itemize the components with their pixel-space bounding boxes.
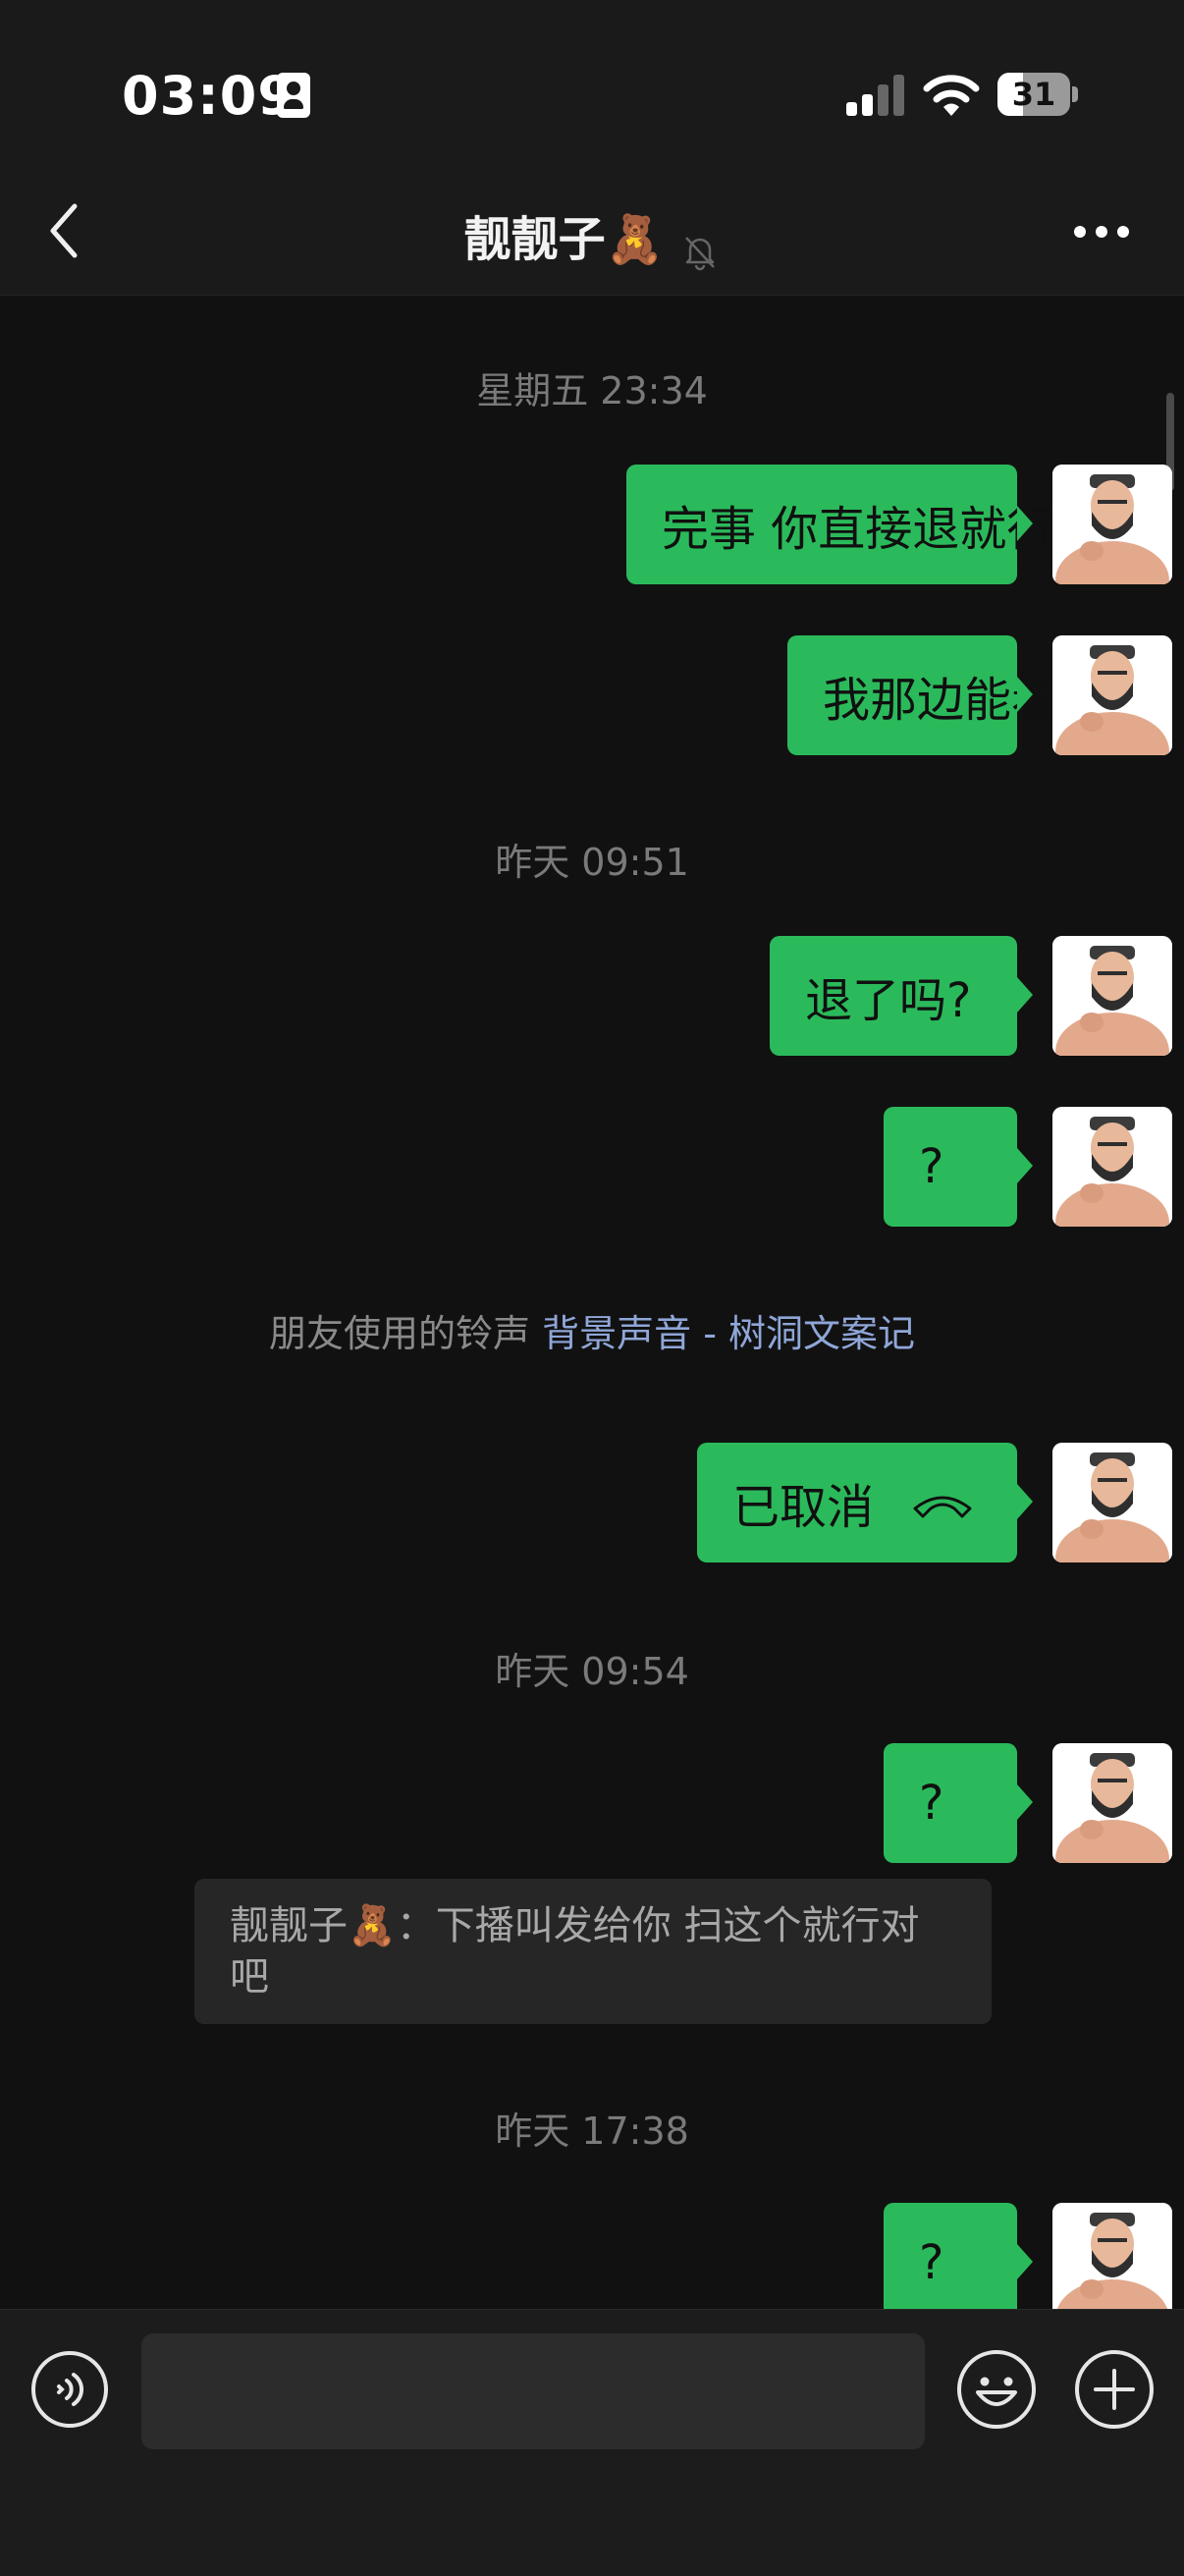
timestamp: 星期五 23:34: [476, 369, 708, 412]
avatar[interactable]: [1052, 1743, 1172, 1863]
avatar[interactable]: [1052, 936, 1172, 1056]
phone-hangup-icon: [913, 1496, 972, 1518]
quoted-message[interactable]: 靓靓子🧸：下播叫发给你 扫这个就行对吧: [194, 1879, 992, 2024]
status-time: 03:09: [122, 65, 296, 127]
timestamp: 昨天 09:54: [495, 1650, 689, 1693]
avatar[interactable]: [1052, 2203, 1172, 2309]
message-row: 退了吗?: [0, 936, 1184, 1056]
emoji-button[interactable]: [954, 2347, 1039, 2432]
chat-message-list[interactable]: 星期五 23:34 完事 你直接退就行了 我那边能看到 昨天 09:51 退了吗…: [0, 296, 1184, 2309]
ringtone-notice: 朋友使用的铃声 背景声音 - 树洞文案记: [0, 1303, 1184, 1357]
chat-title-bar: 靓靓子🧸: [0, 200, 1184, 271]
message-bubble[interactable]: ?: [884, 2203, 1033, 2309]
message-row: ?: [0, 1743, 1184, 1863]
battery-level: 31: [1011, 76, 1056, 113]
message-row: 我那边能看到: [0, 635, 1184, 755]
ringtone-link[interactable]: 背景声音 - 树洞文案记: [542, 1312, 915, 1355]
timestamp: 昨天 17:38: [495, 2110, 689, 2153]
voice-call-bubble[interactable]: 已取消: [697, 1443, 1033, 1562]
message-bubble[interactable]: 退了吗?: [770, 936, 1033, 1056]
message-row: ?: [0, 2203, 1184, 2309]
avatar[interactable]: [1052, 465, 1172, 584]
voice-input-button[interactable]: [29, 2349, 110, 2430]
call-status-label: 已取消: [732, 1480, 875, 1535]
message-bubble[interactable]: ?: [884, 1107, 1033, 1227]
wifi-icon: [923, 75, 980, 116]
muted-bell-icon: [685, 236, 716, 270]
message-row: ?: [0, 1107, 1184, 1227]
more-functions-button[interactable]: [1072, 2347, 1157, 2432]
cellular-signal-icon: [846, 75, 905, 116]
message-bubble[interactable]: ?: [884, 1743, 1033, 1863]
battery-icon: 31: [997, 73, 1078, 116]
message-bubble[interactable]: 我那边能看到: [787, 635, 1105, 755]
message-row: 已取消: [0, 1443, 1184, 1562]
timestamp: 昨天 09:51: [495, 841, 689, 884]
message-input[interactable]: [141, 2333, 925, 2449]
contact-card-icon: [277, 73, 310, 118]
ringtone-prefix: 朋友使用的铃声: [269, 1312, 543, 1355]
input-toolbar: [0, 2309, 1184, 2576]
message-bubble[interactable]: 完事 你直接退就行了: [626, 465, 1101, 584]
chat-title[interactable]: 靓靓子🧸: [464, 212, 665, 267]
avatar[interactable]: [1052, 1443, 1172, 1562]
more-options-button[interactable]: [1074, 226, 1129, 240]
avatar[interactable]: [1052, 1107, 1172, 1227]
message-row: 完事 你直接退就行了: [0, 465, 1184, 584]
avatar[interactable]: [1052, 635, 1172, 755]
